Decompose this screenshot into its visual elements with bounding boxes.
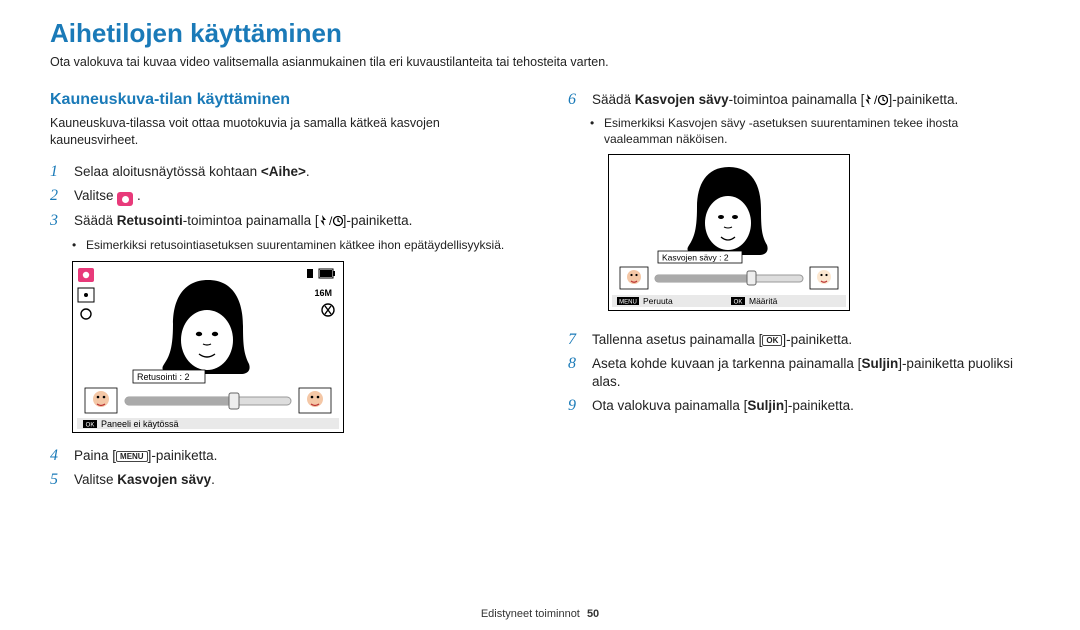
step-text: Valitse . [74, 187, 512, 207]
step-text: Säädä Retusointi-toimintoa painamalla [ /… [74, 212, 512, 230]
two-column-layout: Kauneuskuva-tilan käyttäminen Kauneuskuv… [50, 91, 1030, 495]
step-4: 4 Paina [MENU]-painiketta. [50, 447, 512, 465]
svg-text:Kasvojen sävy : 2: Kasvojen sävy : 2 [662, 252, 729, 262]
step-2: 2 Valitse . [50, 187, 512, 207]
text: Valitse [74, 188, 117, 203]
text: ]-painiketta. [888, 92, 958, 107]
text: . [306, 164, 310, 179]
step-number: 1 [50, 163, 64, 181]
text: ]-painiketta. [148, 448, 218, 463]
step-number: 9 [568, 397, 582, 415]
intro-text: Ota valokuva tai kuvaa video valitsemall… [50, 55, 1030, 69]
bold-text: Retusointi [117, 213, 183, 228]
step-text: Aseta kohde kuvaan ja tarkenna painamall… [592, 355, 1030, 391]
step-number: 6 [568, 91, 582, 109]
bold-text: Suljin [861, 356, 898, 371]
text: Aseta kohde kuvaan ja tarkenna painamall… [592, 356, 861, 371]
step-8: 8 Aseta kohde kuvaan ja tarkenna painama… [568, 355, 1030, 391]
step-text: Selaa aloitusnäytössä kohtaan <Aihe>. [74, 163, 512, 181]
step-3: 3 Säädä Retusointi-toimintoa painamalla … [50, 212, 512, 230]
section-subheading: Kauneuskuva-tilan käyttäminen [50, 91, 512, 109]
step-6: 6 Säädä Kasvojen sävy-toimintoa painamal… [568, 91, 1030, 109]
page-root: Aihetilojen käyttäminen Ota valokuva tai… [0, 0, 1080, 630]
step-text: Valitse Kasvojen sävy. [74, 471, 512, 489]
bullet-text: Esimerkiksi Kasvojen sävy -asetuksen suu… [604, 115, 1030, 147]
beauty-mode-icon [117, 192, 133, 206]
step-3-bullet: • Esimerkiksi retusointiasetuksen suuren… [50, 237, 512, 253]
step-7: 7 Tallenna asetus painamalla [OK]-painik… [568, 331, 1030, 349]
flash-timer-icon: / [864, 93, 888, 107]
bold-text: Kasvojen sävy [117, 472, 211, 487]
ok-key-icon: OK [762, 335, 782, 347]
step-1: 1 Selaa aloitusnäytössä kohtaan <Aihe>. [50, 163, 512, 181]
bullet-dot: • [590, 115, 598, 147]
text: . [211, 472, 215, 487]
page-footer: Edistyneet toiminnot 50 [0, 608, 1080, 620]
step-6-bullet: • Esimerkiksi Kasvojen sävy -asetuksen s… [568, 115, 1030, 147]
step-number: 3 [50, 212, 64, 230]
step-9: 9 Ota valokuva painamalla [Suljin]-paini… [568, 397, 1030, 415]
step-number: 8 [568, 355, 582, 373]
flash-timer-icon: / [319, 214, 343, 228]
step-text: Paina [MENU]-painiketta. [74, 447, 512, 465]
menu-key-icon: MENU [116, 451, 148, 463]
svg-text:Määritä: Määritä [749, 296, 778, 306]
svg-text:16M: 16M [314, 288, 332, 298]
bullet-text: Esimerkiksi retusointiasetuksen suurenta… [86, 237, 504, 253]
bold-text: <Aihe> [261, 164, 306, 179]
lcd-preview-retouch: 16M Retusointi : 2 [72, 261, 344, 433]
steps-left: 1 Selaa aloitusnäytössä kohtaan <Aihe>. … [50, 163, 512, 490]
svg-text:MENU: MENU [619, 299, 637, 305]
step-text: Ota valokuva painamalla [Suljin]-painike… [592, 397, 1030, 415]
step-5: 5 Valitse Kasvojen sävy. [50, 471, 512, 489]
bullet-dot: • [72, 237, 80, 253]
text: -toimintoa painamalla [ [183, 213, 319, 228]
text: Säädä [592, 92, 635, 107]
svg-text:/: / [874, 93, 878, 107]
svg-text:Peruuta: Peruuta [643, 296, 673, 306]
step-number: 2 [50, 187, 64, 205]
text: Valitse [74, 472, 117, 487]
bold-text: Suljin [747, 398, 784, 413]
text: ]-painiketta. [782, 332, 852, 347]
step-text: Säädä Kasvojen sävy-toimintoa painamalla… [592, 91, 1030, 109]
step-number: 5 [50, 471, 64, 489]
text: Selaa aloitusnäytössä kohtaan [74, 164, 261, 179]
text: Paina [ [74, 448, 116, 463]
text: Ota valokuva painamalla [ [592, 398, 747, 413]
svg-text:OK: OK [86, 422, 95, 428]
bold-text: Kasvojen sävy [635, 92, 729, 107]
svg-text:Paneeli ei käytössä: Paneeli ei käytössä [101, 419, 179, 429]
svg-text:OK: OK [734, 299, 743, 305]
svg-text:Retusointi : 2: Retusointi : 2 [137, 372, 190, 382]
step-text: Tallenna asetus painamalla [OK]-painiket… [592, 331, 1030, 349]
step-number: 4 [50, 447, 64, 465]
right-column: 6 Säädä Kasvojen sävy-toimintoa painamal… [568, 91, 1030, 495]
section-paragraph: Kauneuskuva-tilassa voit ottaa muotokuvi… [50, 115, 512, 149]
text: Tallenna asetus painamalla [ [592, 332, 762, 347]
footer-page: 50 [587, 608, 599, 620]
step-number: 7 [568, 331, 582, 349]
text: ]-painiketta. [343, 213, 413, 228]
page-title: Aihetilojen käyttäminen [50, 18, 1030, 49]
text: -toimintoa painamalla [ [729, 92, 865, 107]
steps-right: 6 Säädä Kasvojen sävy-toimintoa painamal… [568, 91, 1030, 415]
text: Säädä [74, 213, 117, 228]
footer-section: Edistyneet toiminnot [481, 608, 580, 620]
lcd-preview-facetone: Kasvojen sävy : 2 [608, 154, 850, 311]
text: ]-painiketta. [784, 398, 854, 413]
svg-text:/: / [329, 214, 333, 228]
left-column: Kauneuskuva-tilan käyttäminen Kauneuskuv… [50, 91, 512, 495]
text: . [137, 188, 141, 203]
